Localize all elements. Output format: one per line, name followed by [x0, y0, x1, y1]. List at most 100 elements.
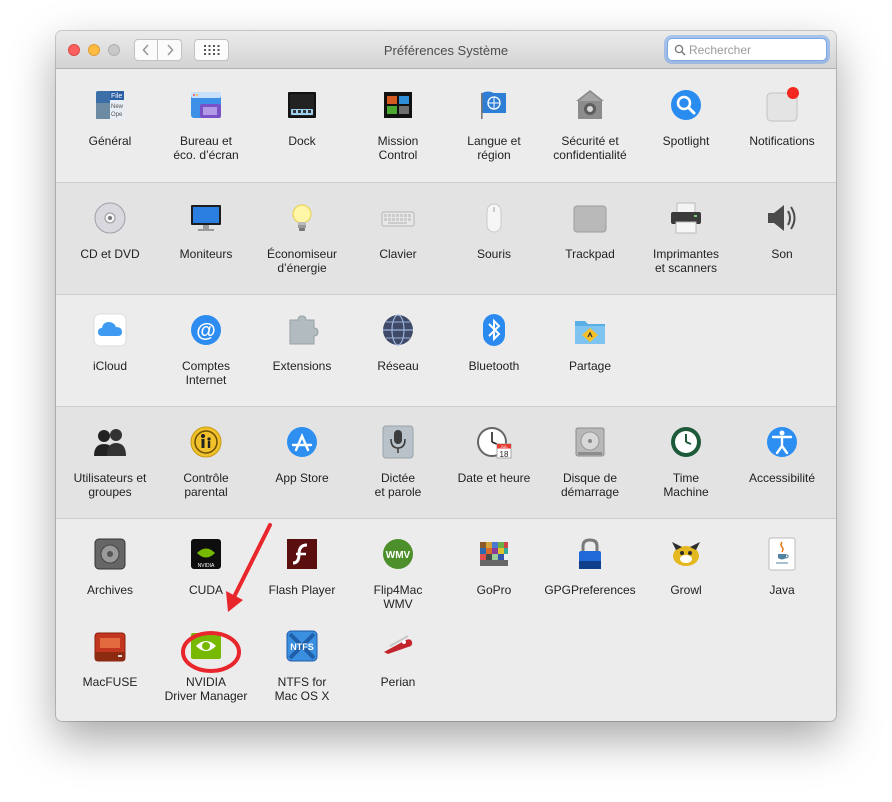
date-time-icon: JUL 18: [476, 424, 512, 460]
keyboard-icon: [380, 200, 416, 236]
pref-pane-extensions[interactable]: Extensions: [254, 304, 350, 392]
svg-text:WMV: WMV: [386, 550, 411, 561]
java-icon: [764, 536, 800, 572]
icloud-icon: [92, 312, 128, 348]
pref-pane-sharing[interactable]: Partage: [542, 304, 638, 392]
app-store-icon: [284, 424, 320, 460]
energy-saver-icon: [284, 200, 320, 236]
users-groups-icon: [92, 424, 128, 460]
pref-pane-label: Extensions: [272, 359, 332, 373]
pref-pane-printer[interactable]: Imprimantes et scanners: [638, 192, 734, 280]
pref-pane-label: Langue et région: [467, 134, 521, 162]
accessibility-icon: [764, 424, 800, 460]
pref-pane-label: Date et heure: [457, 471, 531, 485]
pref-pane-cuda[interactable]: NVIDIA CUDA: [158, 528, 254, 616]
startup-disk-icon: [572, 424, 608, 460]
pref-pane-label: Dock: [288, 134, 316, 148]
pref-pane-archives[interactable]: Archives: [62, 528, 158, 616]
nvidia-driver-icon: [188, 628, 224, 664]
sound-icon: [764, 200, 800, 236]
pref-pane-energy-saver[interactable]: Économiseur d’énergie: [254, 192, 350, 280]
sharing-icon: [572, 312, 608, 348]
pref-pane-ntfs[interactable]: NTFS NTFS for Mac OS X: [254, 620, 350, 708]
pref-pane-keyboard[interactable]: Clavier: [350, 192, 446, 280]
pref-pane-label: GPGPreferences: [544, 583, 636, 597]
pref-pane-label: Notifications: [749, 134, 815, 148]
pref-pane-language-region[interactable]: Langue et région: [446, 79, 542, 167]
pref-pane-label: Accessibilité: [748, 471, 816, 485]
parental-controls-icon: [188, 424, 224, 460]
pref-pane-general[interactable]: File New Ope Général: [62, 79, 158, 167]
search-field[interactable]: [667, 38, 827, 61]
pref-pane-app-store[interactable]: App Store: [254, 416, 350, 504]
pref-pane-date-time[interactable]: JUL 18 Date et heure: [446, 416, 542, 504]
pref-pane-sound[interactable]: Son: [734, 192, 830, 280]
perian-icon: [380, 628, 416, 664]
printer-icon: [668, 200, 704, 236]
pref-pane-label: Souris: [476, 247, 511, 261]
pref-pane-label: Spotlight: [662, 134, 710, 148]
svg-text:18: 18: [500, 450, 509, 459]
pref-pane-displays[interactable]: Moniteurs: [158, 192, 254, 280]
macfuse-icon: [92, 628, 128, 664]
svg-text:JUL: JUL: [500, 444, 508, 449]
search-icon: [674, 44, 686, 56]
search-input[interactable]: [689, 42, 819, 57]
pref-pane-label: Général: [88, 134, 132, 148]
pref-pane-label: Growl: [670, 583, 702, 597]
pref-pane-internet-accounts[interactable]: @ Comptes Internet: [158, 304, 254, 392]
pref-pane-label: Flash Player: [268, 583, 336, 597]
pref-pane-desktop-screensaver[interactable]: Bureau et éco. d’écran: [158, 79, 254, 167]
cuda-icon: NVIDIA: [188, 536, 224, 572]
svg-text:@: @: [196, 320, 216, 342]
pref-pane-gopro[interactable]: GoPro: [446, 528, 542, 616]
security-icon: [572, 87, 608, 123]
pref-pane-label: Java: [769, 583, 795, 597]
pref-pane-mouse[interactable]: Souris: [446, 192, 542, 280]
pref-pane-label: Clavier: [379, 247, 417, 261]
pref-pane-flip4mac[interactable]: WMV Flip4Mac WMV: [350, 528, 446, 616]
pref-pane-java[interactable]: Java: [734, 528, 830, 616]
pref-pane-label: Time Machine: [663, 471, 709, 499]
general-icon: File New Ope: [92, 87, 128, 123]
pref-pane-mission-control[interactable]: Mission Control: [350, 79, 446, 167]
pref-pane-label: iCloud: [92, 359, 128, 373]
pref-pane-dictation[interactable]: Dictée et parole: [350, 416, 446, 504]
pref-pane-trackpad[interactable]: Trackpad: [542, 192, 638, 280]
flash-player-icon: [284, 536, 320, 572]
pref-pane-flash-player[interactable]: Flash Player: [254, 528, 350, 616]
pref-pane-parental-controls[interactable]: Contrôle parental: [158, 416, 254, 504]
ntfs-icon: NTFS: [284, 628, 320, 664]
dictation-icon: [380, 424, 416, 460]
dock-icon: [284, 87, 320, 123]
pref-pane-network[interactable]: Réseau: [350, 304, 446, 392]
pref-pane-label: MacFUSE: [82, 675, 138, 689]
pref-pane-notifications[interactable]: Notifications: [734, 79, 830, 167]
system-preferences-window: Préférences Système File New Ope Général Bur…: [56, 31, 836, 721]
pref-pane-startup-disk[interactable]: Disque de démarrage: [542, 416, 638, 504]
pref-pane-gpg[interactable]: GPGPreferences: [542, 528, 638, 616]
pref-pane-bluetooth[interactable]: Bluetooth: [446, 304, 542, 392]
time-machine-icon: [668, 424, 704, 460]
pref-pane-growl[interactable]: Growl: [638, 528, 734, 616]
pref-pane-users-groups[interactable]: Utilisateurs et groupes: [62, 416, 158, 504]
pref-pane-time-machine[interactable]: Time Machine: [638, 416, 734, 504]
svg-text:NTFS: NTFS: [290, 642, 314, 652]
pref-pane-security[interactable]: Sécurité et confidentialité: [542, 79, 638, 167]
pref-pane-label: Contrôle parental: [183, 471, 229, 499]
archives-icon: [92, 536, 128, 572]
cd-dvd-icon: [92, 200, 128, 236]
pref-pane-dock[interactable]: Dock: [254, 79, 350, 167]
pref-pane-nvidia-driver[interactable]: NVIDIA Driver Manager: [158, 620, 254, 708]
bluetooth-icon: [476, 312, 512, 348]
pref-pane-label: Moniteurs: [179, 247, 233, 261]
pref-pane-spotlight[interactable]: Spotlight: [638, 79, 734, 167]
pref-pane-label: NVIDIA Driver Manager: [164, 675, 248, 703]
pref-pane-cd-dvd[interactable]: CD et DVD: [62, 192, 158, 280]
pref-pane-macfuse[interactable]: MacFUSE: [62, 620, 158, 708]
pref-pane-label: App Store: [275, 471, 329, 485]
pref-pane-perian[interactable]: Perian: [350, 620, 446, 708]
pref-pane-label: Sécurité et confidentialité: [553, 134, 627, 162]
pref-pane-icloud[interactable]: iCloud: [62, 304, 158, 392]
pref-pane-accessibility[interactable]: Accessibilité: [734, 416, 830, 504]
